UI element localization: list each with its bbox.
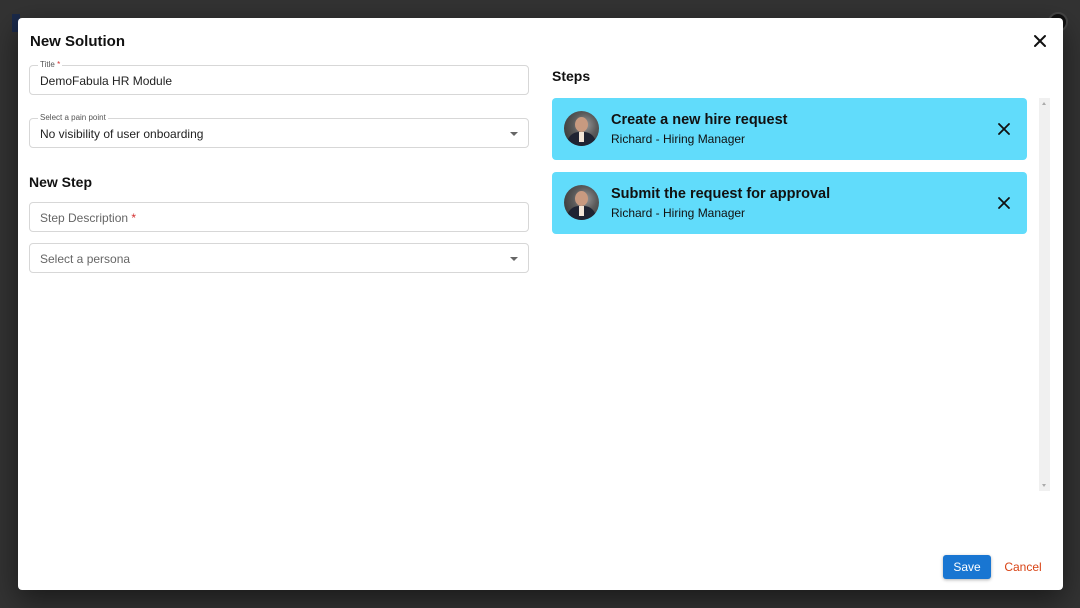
step-title: Create a new hire request	[611, 112, 788, 128]
dropdown-caret-icon	[510, 257, 518, 261]
step-card[interactable]: Submit the request for approval Richard …	[552, 172, 1027, 234]
step-persona: Richard - Hiring Manager	[611, 206, 746, 220]
save-button[interactable]: Save	[943, 555, 991, 579]
pain-point-select[interactable]: Select a pain point No visibility of use…	[29, 113, 529, 148]
solution-form: Title * DemoFabula HR Module Select a pa…	[29, 60, 529, 273]
title-field-value: DemoFabula HR Module	[40, 74, 173, 88]
scroll-down-arrow-icon[interactable]	[1042, 484, 1046, 487]
cancel-button[interactable]: Cancel	[999, 555, 1047, 579]
dialog-title: New Solution	[30, 33, 125, 50]
step-description-input[interactable]: Step Description *	[29, 202, 529, 232]
persona-placeholder: Select a persona	[40, 252, 131, 266]
steps-list: Create a new hire request Richard - Hiri…	[552, 98, 1027, 246]
close-icon	[998, 123, 1010, 135]
close-dialog-button[interactable]	[1031, 32, 1049, 50]
title-field[interactable]: Title * DemoFabula HR Module	[29, 60, 529, 95]
steps-section: Steps	[552, 68, 1052, 84]
scroll-up-arrow-icon[interactable]	[1042, 102, 1046, 105]
pain-point-label: Select a pain point	[38, 113, 108, 123]
new-solution-dialog: New Solution Title * DemoFabula HR Modul…	[18, 18, 1063, 590]
steps-heading: Steps	[552, 68, 591, 84]
step-title: Submit the request for approval	[611, 186, 831, 202]
pain-point-value: No visibility of user onboarding	[40, 127, 204, 141]
persona-select[interactable]: Select a persona	[29, 243, 529, 273]
new-step-heading: New Step	[29, 174, 93, 190]
step-description-placeholder: Step Description *	[40, 211, 137, 225]
step-persona: Richard - Hiring Manager	[611, 132, 746, 146]
remove-step-button[interactable]	[997, 196, 1011, 210]
steps-scrollbar[interactable]	[1039, 98, 1050, 491]
remove-step-button[interactable]	[997, 122, 1011, 136]
dropdown-caret-icon	[510, 132, 518, 136]
persona-avatar	[564, 111, 599, 146]
close-icon	[998, 197, 1010, 209]
title-field-label: Title *	[38, 60, 63, 70]
persona-avatar	[564, 185, 599, 220]
step-card[interactable]: Create a new hire request Richard - Hiri…	[552, 98, 1027, 160]
close-icon	[1034, 35, 1046, 47]
